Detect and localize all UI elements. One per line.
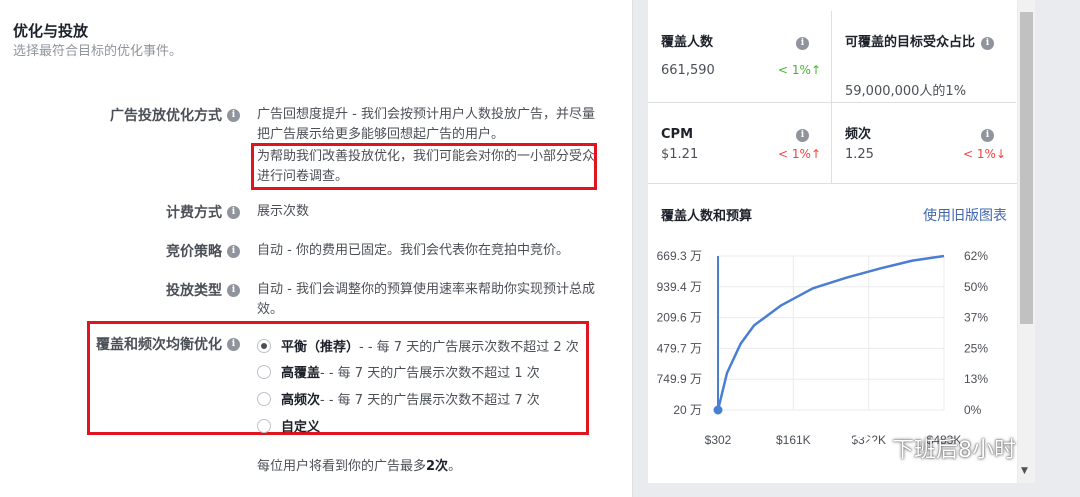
optimization-value: 广告回想度提升 - 我们会按预计用户人数投放广告，并尽量把广告展示给更多能够回想…	[257, 107, 595, 142]
info-icon[interactable]: i	[227, 108, 240, 122]
stat-reach: 覆盖人数 i 661,590 < 1%↑	[648, 11, 832, 103]
stat-title: CPM	[661, 127, 694, 142]
divider	[648, 183, 1017, 184]
delivery-value: 自动 - 我们会调整你的预算使用速率来帮助你实现预计总成效。	[257, 282, 595, 317]
stat-value: 1.25	[845, 147, 874, 162]
info-icon[interactable]: i	[227, 337, 240, 351]
watermark: 下班后8小时	[848, 432, 1016, 464]
bid-label: 竞价策略	[166, 244, 222, 260]
watermark-text: 下班后8小时	[892, 438, 1016, 463]
billing-label: 计费方式	[166, 205, 222, 221]
optimization-label-group: 广告投放优化方式 i	[110, 105, 240, 125]
stat-title: 频次	[845, 127, 872, 142]
optimization-panel: 优化与投放 选择最符合目标的优化事件。 广告投放优化方式 i 广告回想度提升 -…	[0, 0, 633, 497]
y-tick-left: 479.7 万	[657, 341, 702, 355]
delivery-label-group: 投放类型 i	[166, 280, 240, 300]
chart-title: 覆盖人数和预算	[661, 209, 753, 224]
info-icon[interactable]: i	[981, 37, 994, 50]
y-tick-left: 669.3 万	[657, 249, 702, 263]
radio-button[interactable]	[257, 418, 271, 433]
option-desc: - - 每 7 天的广告展示次数不超过 1 次	[320, 366, 540, 381]
stat-change: < 1%↓	[963, 147, 1006, 161]
y-tick-left: 20 万	[673, 403, 702, 417]
stat-change: < 1%↑	[778, 63, 821, 77]
radio-button[interactable]	[257, 391, 271, 406]
stat-value: 661,590	[661, 63, 715, 78]
note-prefix: 每位用户将看到你的广告最多	[257, 459, 427, 474]
info-icon[interactable]: i	[227, 244, 240, 258]
y-tick-left: 209.6 万	[657, 311, 702, 325]
billing-label-group: 计费方式 i	[166, 202, 240, 222]
info-icon[interactable]: i	[227, 283, 240, 297]
option-desc: - - 每 7 天的广告展示次数不超过 2 次	[359, 340, 579, 355]
bid-label-group: 竞价策略 i	[166, 241, 240, 261]
scrollbar-thumb[interactable]	[1020, 12, 1033, 324]
old-chart-link[interactable]: 使用旧版图表	[923, 205, 1007, 225]
frequency-label: 覆盖和频次均衡优化	[96, 337, 222, 353]
stat-value: $1.21	[661, 147, 699, 162]
bid-value: 自动 - 你的费用已固定。我们会代表你在竞拍中竞价。	[257, 243, 569, 258]
y-tick-right: 13%	[964, 372, 988, 386]
frequency-label-group: 覆盖和频次均衡优化 i	[96, 334, 240, 354]
option-name: 平衡（推荐）	[281, 340, 360, 355]
option-name: 高覆盖	[281, 366, 321, 381]
radio-button[interactable]	[257, 364, 271, 379]
option-name: 高频次	[281, 393, 321, 408]
info-icon[interactable]: i	[796, 37, 809, 50]
stat-audience: 可覆盖的目标受众占比 i 59,000,000人的1%	[832, 11, 1016, 103]
radio-option-high-reach[interactable]: 高覆盖 - - 每 7 天的广告展示次数不超过 1 次	[257, 362, 540, 381]
stat-change: < 1%↑	[778, 147, 821, 161]
note-bold: 2次	[426, 459, 449, 474]
highlight-box-survey	[251, 143, 597, 190]
frequency-note: 每位用户将看到你的广告最多2次。	[257, 455, 461, 474]
option-name: 自定义	[281, 420, 321, 435]
stat-frequency: 频次 i 1.25 < 1%↓	[832, 103, 1016, 183]
y-tick-right: 37%	[964, 311, 988, 325]
stat-value: 59,000,000人的1%	[845, 84, 967, 99]
y-tick-right: 62%	[964, 249, 988, 263]
radio-option-high-frequency[interactable]: 高频次 - - 每 7 天的广告展示次数不超过 7 次	[257, 389, 540, 408]
info-icon[interactable]: i	[981, 129, 994, 142]
wechat-icon	[849, 435, 883, 460]
y-tick-left: 939.4 万	[657, 280, 702, 294]
estimate-panel: 覆盖人数 i 661,590 < 1%↑ 可覆盖的目标受众占比 i 59,000…	[648, 0, 1017, 483]
y-tick-right: 25%	[964, 341, 988, 355]
stat-cpm: CPM i $1.21 < 1%↑	[648, 103, 832, 183]
reach-budget-chart: 669.3 万 62% 939.4 万 50% 209.6 万 37% 479.7 万 25%…	[657, 249, 989, 447]
radio-button[interactable]	[257, 338, 271, 353]
y-tick-right: 0%	[964, 403, 982, 417]
x-tick: $161K	[776, 433, 811, 447]
info-icon[interactable]: i	[796, 129, 809, 142]
y-tick-left: 749.9 万	[657, 372, 702, 386]
radio-option-balanced[interactable]: 平衡（推荐） - - 每 7 天的广告展示次数不超过 2 次	[257, 336, 579, 355]
note-suffix: 。	[448, 459, 462, 474]
info-icon[interactable]: i	[227, 205, 240, 219]
stat-title: 可覆盖的目标受众占比	[845, 35, 976, 50]
billing-value: 展示次数	[257, 204, 310, 219]
reach-line	[716, 254, 945, 411]
option-desc: - - 每 7 天的广告展示次数不超过 7 次	[320, 393, 540, 408]
stat-title: 覆盖人数	[661, 35, 714, 50]
scroll-down-arrow[interactable]: ▼	[1021, 466, 1028, 476]
optimization-label: 广告投放优化方式	[110, 108, 222, 124]
start-point	[713, 405, 723, 415]
x-tick: $302	[705, 433, 732, 447]
section-subtitle: 选择最符合目标的优化事件。	[13, 44, 183, 59]
delivery-label: 投放类型	[166, 283, 222, 299]
radio-option-custom[interactable]: 自定义	[257, 416, 320, 435]
y-tick-right: 50%	[964, 280, 988, 294]
section-title: 优化与投放	[13, 22, 89, 40]
